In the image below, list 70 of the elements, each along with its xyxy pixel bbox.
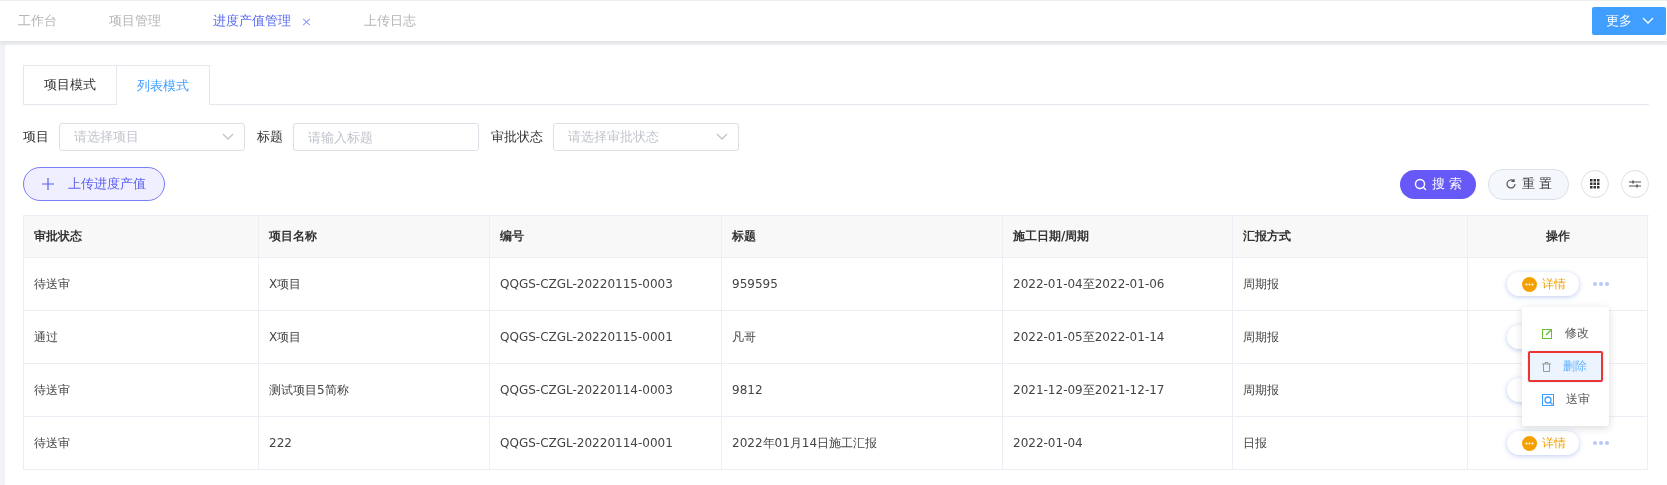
more-actions-icon[interactable]: [1592, 441, 1609, 445]
edit-icon: [1542, 328, 1553, 339]
ellipsis-circle-icon: [1521, 276, 1537, 292]
detail-button[interactable]: 详情: [1506, 431, 1579, 455]
chevron-down-icon: [716, 133, 728, 141]
table-cell: QQGS-CZGL-20220115-0003: [490, 258, 722, 311]
select-field[interactable]: 请选择项目: [59, 123, 245, 151]
column-header: 审批状态: [24, 216, 259, 258]
upload-button[interactable]: 上传进度产值: [23, 167, 165, 201]
close-icon[interactable]: ×: [301, 13, 312, 29]
column-header: 标题: [722, 216, 1003, 258]
input-field[interactable]: 请输入标题: [293, 123, 479, 151]
column-header: 施工日期/周期: [1003, 216, 1233, 258]
table-cell: 2022-01-04至2022-01-06: [1003, 258, 1233, 311]
table-cell: 2022-01-04: [1003, 417, 1233, 470]
sliders-icon: [1629, 179, 1641, 189]
table-cell: QQGS-CZGL-20220114-0001: [490, 417, 722, 470]
nav-tab[interactable]: 进度产值管理 ×: [195, 12, 312, 30]
table-cell: 周期报: [1233, 311, 1468, 364]
grid-icon: [1590, 179, 1600, 189]
table-cell: 2022-01-05至2022-01-14: [1003, 311, 1233, 364]
trash-icon: [1542, 361, 1551, 372]
review-icon: [1542, 393, 1554, 406]
filter-label: 审批状态: [491, 128, 543, 146]
grid-view-button[interactable]: [1581, 170, 1609, 198]
table-cell: 日报: [1233, 417, 1468, 470]
detail-button[interactable]: 详情: [1506, 272, 1579, 296]
column-header: 汇报方式: [1233, 216, 1468, 258]
ellipsis-circle-icon: [1521, 435, 1537, 451]
table-cell: 周期报: [1233, 258, 1468, 311]
menu-item[interactable]: 修改: [1522, 317, 1609, 350]
table-cell: 9812: [722, 364, 1003, 417]
table-cell: 通过: [24, 311, 259, 364]
table-cell: 222: [259, 417, 490, 470]
table-cell: 959595: [722, 258, 1003, 311]
table-cell: QQGS-CZGL-20220114-0003: [490, 364, 722, 417]
more-button[interactable]: 更多: [1592, 7, 1666, 35]
table-cell: 待送审: [24, 364, 259, 417]
table-cell: X项目: [259, 258, 490, 311]
menu-item[interactable]: 删除: [1527, 350, 1604, 383]
mode-tab[interactable]: 项目模式: [23, 65, 117, 104]
filter-settings-button[interactable]: [1621, 170, 1649, 198]
column-header: 编号: [490, 216, 722, 258]
nav-tab[interactable]: 上传日志: [345, 12, 416, 30]
column-header: 操作: [1468, 216, 1648, 258]
chevron-down-icon: [1642, 17, 1654, 25]
table-cell: 待送审: [24, 417, 259, 470]
search-button[interactable]: 搜 索: [1399, 169, 1476, 199]
nav-tab[interactable]: 工作台: [0, 12, 57, 30]
menu-item[interactable]: 送审: [1522, 383, 1609, 416]
table-cell: QQGS-CZGL-20220115-0001: [490, 311, 722, 364]
column-header: 项目名称: [259, 216, 490, 258]
chevron-down-icon: [222, 133, 234, 141]
select-field[interactable]: 请选择审批状态: [553, 123, 739, 151]
table-cell: X项目: [259, 311, 490, 364]
mode-tab[interactable]: 列表模式: [117, 65, 210, 105]
nav-tab[interactable]: 项目管理: [91, 12, 161, 30]
search-icon: [1413, 177, 1427, 191]
table-cell: 周期报: [1233, 364, 1468, 417]
plus-icon: [42, 178, 54, 190]
refresh-icon: [1504, 178, 1517, 190]
table-cell: 凡哥: [722, 311, 1003, 364]
filter-label: 标题: [257, 128, 283, 146]
table-cell: 测试项目5简称: [259, 364, 490, 417]
table-cell: 2022年01月14日施工汇报: [722, 417, 1003, 470]
table-cell: 待送审: [24, 258, 259, 311]
filter-label: 项目: [23, 128, 49, 146]
more-actions-icon[interactable]: [1592, 282, 1609, 286]
reset-button[interactable]: 重 置: [1487, 168, 1569, 200]
table-cell: 2021-12-09至2021-12-17: [1003, 364, 1233, 417]
